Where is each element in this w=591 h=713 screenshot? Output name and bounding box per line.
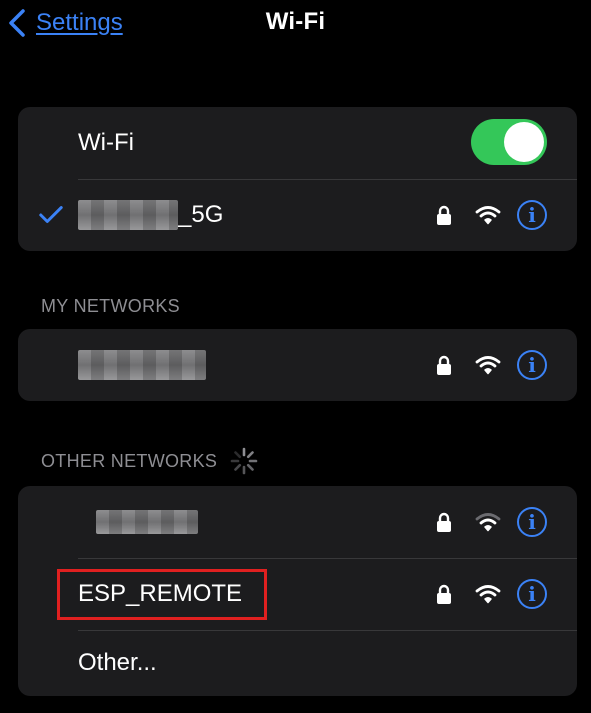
wifi-card: Wi-Fi _5G i (18, 107, 577, 251)
my-networks-card: i (18, 329, 577, 401)
wifi-signal-icon (475, 513, 501, 532)
wifi-toggle[interactable] (471, 119, 547, 165)
other-network-row[interactable]: Other... (18, 630, 577, 696)
wifi-signal-icon (475, 206, 501, 225)
other-networks-card: i ESP_REMOTE i Other... (18, 486, 577, 696)
loading-spinner-icon (230, 447, 258, 475)
lock-icon (437, 584, 451, 604)
info-icon[interactable]: i (517, 200, 547, 230)
info-icon[interactable]: i (517, 507, 547, 537)
connected-network-row[interactable]: _5G i (18, 179, 577, 251)
esp-remote-row[interactable]: ESP_REMOTE i (18, 558, 577, 630)
other-network-label: Other... (78, 649, 157, 676)
other-networks-header: OTHER NETWORKS (41, 446, 259, 476)
network-row[interactable]: i (18, 329, 577, 401)
wifi-signal-icon (475, 585, 501, 604)
navigation-bar: Settings Wi-Fi (0, 0, 591, 48)
network-icons: i (435, 329, 547, 401)
wifi-toggle-row: Wi-Fi (18, 107, 577, 179)
wifi-signal-icon (475, 356, 501, 375)
network-icons: i (435, 558, 547, 630)
lock-icon (437, 355, 451, 375)
wifi-toggle-label: Wi-Fi (78, 129, 134, 156)
lock-icon (437, 512, 451, 532)
other-networks-header-label: OTHER NETWORKS (41, 450, 218, 471)
page-title: Wi-Fi (265, 8, 326, 35)
esp-remote-name: ESP_REMOTE (78, 580, 243, 607)
connected-network-suffix: _5G (178, 201, 224, 228)
info-icon[interactable]: i (517, 350, 547, 380)
info-icon[interactable]: i (517, 579, 547, 609)
lock-icon (437, 205, 451, 225)
network-row[interactable]: i (18, 486, 577, 558)
toggle-knob (504, 122, 544, 162)
network-name-redacted (78, 350, 206, 380)
network-icons: i (435, 486, 547, 558)
checkmark-icon (39, 206, 63, 223)
network-name-redacted (96, 510, 198, 534)
connected-network-name-redacted (78, 200, 178, 230)
my-networks-header: MY NETWORKS (41, 296, 180, 316)
connected-network-icons: i (435, 179, 547, 251)
